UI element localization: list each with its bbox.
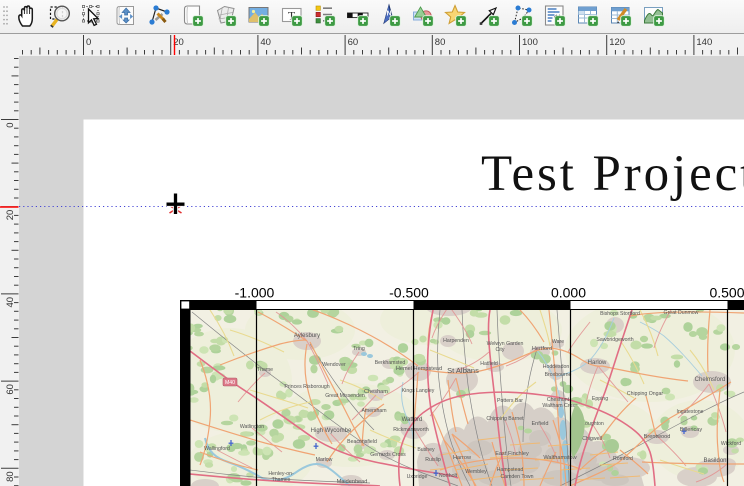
svg-text:M40: M40 <box>225 380 235 386</box>
svg-text:Ruislip: Ruislip <box>425 457 441 463</box>
svg-text:0: 0 <box>86 37 91 48</box>
svg-text:Camden Town: Camden Town <box>500 474 533 480</box>
svg-text:Potters Bar: Potters Bar <box>497 398 523 404</box>
svg-text:Wickford: Wickford <box>721 441 741 447</box>
svg-text:Ware: Ware <box>552 339 564 345</box>
svg-text:Sawbridgeworth: Sawbridgeworth <box>596 337 633 343</box>
svg-text:Broxbourne: Broxbourne <box>545 372 572 378</box>
svg-text:Bushey: Bushey <box>417 447 435 453</box>
svg-text:Brentwood: Brentwood <box>644 434 671 440</box>
svg-text:Berkhamsted: Berkhamsted <box>375 360 406 366</box>
svg-text:Chigwell: Chigwell <box>582 436 602 442</box>
svg-text:Watlington: Watlington <box>240 424 264 430</box>
svg-text:Tring: Tring <box>353 346 365 352</box>
svg-text:Chelmsford: Chelmsford <box>695 377 726 383</box>
svg-text:Epping: Epping <box>592 396 608 402</box>
svg-text:120: 120 <box>609 37 625 48</box>
svg-text:Bishops Stortford: Bishops Stortford <box>600 311 640 317</box>
svg-text:Great Dunmow: Great Dunmow <box>664 310 699 316</box>
svg-text:Harlow: Harlow <box>588 360 607 366</box>
svg-text:-1.000: -1.000 <box>235 285 275 301</box>
svg-text:Basildon: Basildon <box>703 458 726 464</box>
svg-text:Welwyn Garden: Welwyn Garden <box>487 341 524 347</box>
svg-text:Wendover: Wendover <box>322 362 346 368</box>
svg-text:Ingatestone: Ingatestone <box>676 409 703 415</box>
svg-text:Amersham: Amersham <box>361 408 386 414</box>
svg-text:Loughton: Loughton <box>582 421 604 427</box>
svg-text:Billericay: Billericay <box>680 427 703 433</box>
svg-text:Hampstead: Hampstead <box>497 467 524 473</box>
svg-text:80: 80 <box>435 37 446 48</box>
svg-text:100: 100 <box>522 37 538 48</box>
svg-text:0.000: 0.000 <box>551 285 586 301</box>
svg-text:St Albans: St Albans <box>447 366 479 375</box>
svg-text:Thame: Thame <box>257 367 273 373</box>
svg-text:Princes Risborough: Princes Risborough <box>284 384 329 390</box>
svg-text:Watford: Watford <box>402 417 423 423</box>
svg-text:Great Missenden: Great Missenden <box>325 393 365 399</box>
svg-text:Chipping Ongar: Chipping Ongar <box>627 391 664 397</box>
svg-text:Thames: Thames <box>272 477 291 483</box>
svg-text:Hatfield: Hatfield <box>480 361 498 367</box>
svg-text:Enfield: Enfield <box>531 421 548 427</box>
svg-text:Northolt: Northolt <box>439 473 458 479</box>
svg-text:40: 40 <box>260 37 271 48</box>
svg-text:Wembley: Wembley <box>465 469 487 475</box>
svg-text:Kings Langley: Kings Langley <box>402 388 435 394</box>
svg-text:Uxbridge: Uxbridge <box>407 474 428 480</box>
svg-text:0.500: 0.500 <box>709 285 744 301</box>
svg-text:Wallingford: Wallingford <box>204 446 230 452</box>
svg-text:City: City <box>496 347 505 353</box>
svg-text:Maidenhead: Maidenhead <box>337 479 368 485</box>
svg-text:Hertford: Hertford <box>532 346 552 352</box>
svg-text:High Wycombe: High Wycombe <box>311 428 352 434</box>
svg-text:Aylesbury: Aylesbury <box>294 333 320 339</box>
svg-text:Waltham Cross: Waltham Cross <box>542 403 578 409</box>
svg-text:Chesham: Chesham <box>364 389 388 395</box>
svg-text:Marlow: Marlow <box>316 457 333 463</box>
svg-text:Hoddesdon: Hoddesdon <box>543 364 570 370</box>
svg-text:0: 0 <box>5 123 16 128</box>
svg-text:Hemel Hempstead: Hemel Hempstead <box>396 366 442 372</box>
svg-text:Gerrards Cross: Gerrards Cross <box>370 452 406 458</box>
svg-text:Chipping Barnet: Chipping Barnet <box>486 416 524 422</box>
svg-text:140: 140 <box>696 37 712 48</box>
svg-text:-0.500: -0.500 <box>389 285 429 301</box>
svg-text:Harpenden: Harpenden <box>443 338 469 344</box>
svg-text:East Finchley: East Finchley <box>495 451 529 457</box>
svg-text:Harrow: Harrow <box>453 455 472 461</box>
svg-text:60: 60 <box>348 37 359 48</box>
svg-text:Romford: Romford <box>613 456 633 462</box>
svg-text:Rickmansworth: Rickmansworth <box>393 427 429 433</box>
svg-text:Test Project: Test Project <box>481 146 744 202</box>
svg-text:Beaconsfield: Beaconsfield <box>347 439 377 445</box>
